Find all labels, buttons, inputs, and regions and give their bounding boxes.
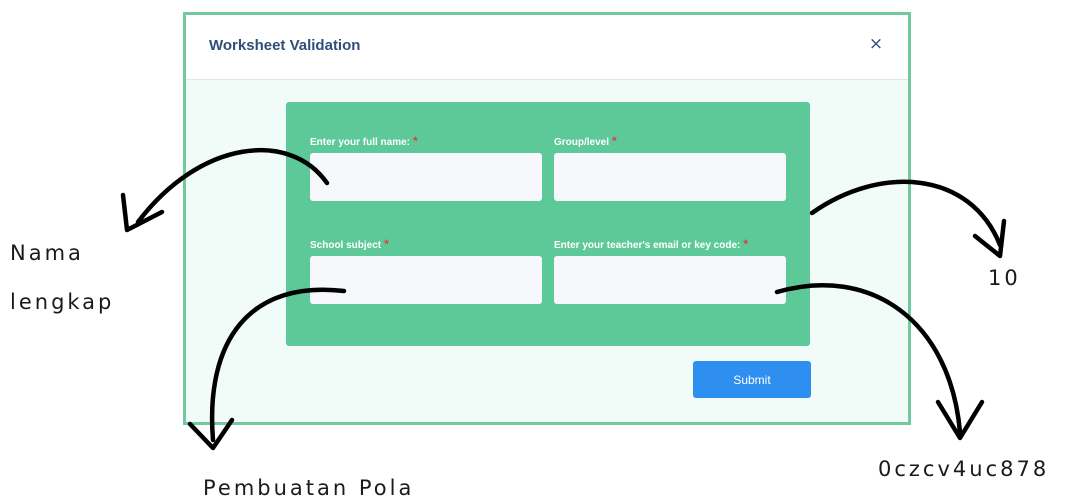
arrow-code (774, 282, 963, 435)
annotation-group: 10 (988, 266, 1021, 290)
annotation-arrows (120, 147, 1007, 451)
annotation-subject: Pembuatan Pola (203, 476, 415, 500)
annotation-name-line1: Nama (10, 241, 84, 265)
annotation-name-line2: lengkap (10, 290, 115, 314)
arrow-group (809, 179, 1003, 248)
arrow-subject (209, 287, 347, 443)
annotation-code: 0czcv4uc878 (878, 457, 1050, 481)
screenshot-stage: Worksheet Validation × Enter your full n… (0, 0, 1082, 503)
arrow-full-name (135, 147, 330, 225)
